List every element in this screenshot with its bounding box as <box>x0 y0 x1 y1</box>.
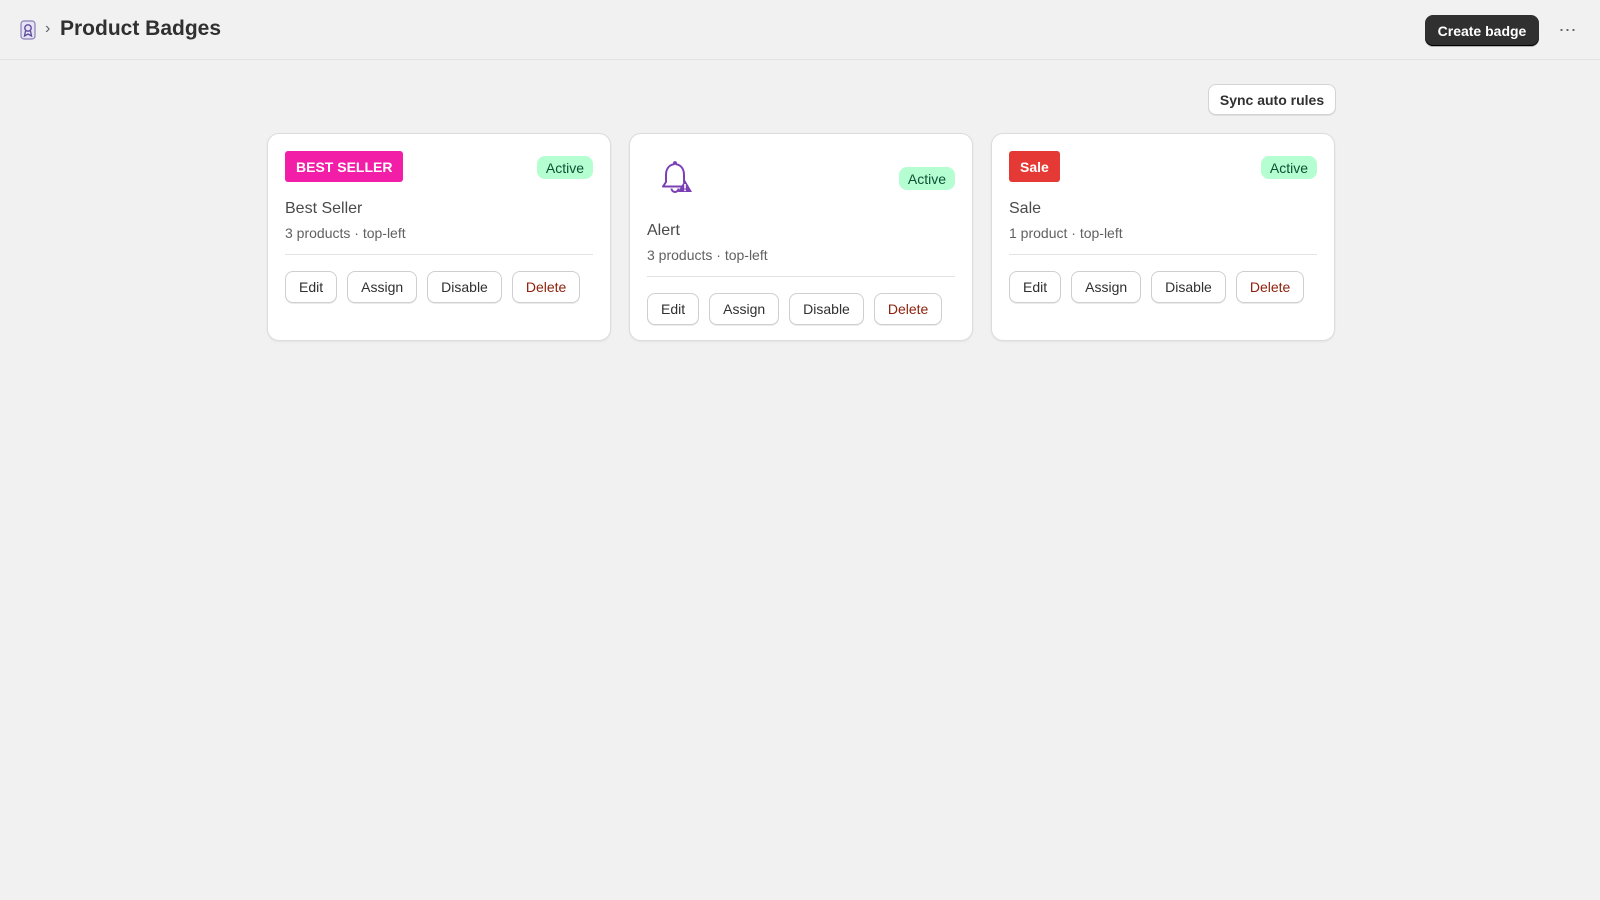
badge-card-sale: Sale Active Sale 1 product · top-left Ed… <box>991 133 1335 341</box>
badge-preview: Sale <box>1009 151 1060 182</box>
edit-button[interactable]: Edit <box>285 271 338 303</box>
badge-meta: 3 products · top-left <box>647 247 768 263</box>
status-badge: Active <box>1260 156 1317 179</box>
badge-meta: 3 products · top-left <box>285 225 406 241</box>
delete-button[interactable]: Delete <box>511 271 581 303</box>
assign-button[interactable]: Assign <box>1071 271 1142 303</box>
badge-name: Alert <box>647 222 680 239</box>
card-divider <box>647 276 955 277</box>
badge-app-icon[interactable] <box>18 19 38 41</box>
card-divider <box>285 254 593 255</box>
create-badge-button[interactable]: Create badge <box>1425 15 1539 46</box>
more-actions-icon[interactable]: ⋯ <box>1554 18 1582 42</box>
bell-alert-icon <box>656 158 694 196</box>
card-divider <box>1009 254 1317 255</box>
disable-button[interactable]: Disable <box>789 293 864 325</box>
assign-button[interactable]: Assign <box>347 271 418 303</box>
delete-button[interactable]: Delete <box>873 293 943 325</box>
card-actions: Edit Assign Disable Delete <box>647 293 943 325</box>
card-actions: Edit Assign Disable Delete <box>1009 271 1305 303</box>
badge-name: Best Seller <box>285 200 363 217</box>
card-actions: Edit Assign Disable Delete <box>285 271 581 303</box>
disable-button[interactable]: Disable <box>1151 271 1226 303</box>
top-bar: › Product Badges Create badge ⋯ <box>0 0 1600 60</box>
badge-name: Sale <box>1009 200 1042 217</box>
page-title: Product Badges <box>60 17 222 40</box>
badge-card-alert: Active Alert 3 products · top-left Edit … <box>629 133 973 341</box>
assign-button[interactable]: Assign <box>709 293 780 325</box>
badge-card-best-seller: BEST SELLER Active Best Seller 3 product… <box>267 133 611 341</box>
delete-button[interactable]: Delete <box>1235 271 1305 303</box>
disable-button[interactable]: Disable <box>427 271 502 303</box>
status-badge: Active <box>536 156 593 179</box>
badge-meta: 1 product · top-left <box>1009 225 1123 241</box>
edit-button[interactable]: Edit <box>647 293 700 325</box>
status-badge: Active <box>898 167 955 190</box>
badge-preview: BEST SELLER <box>285 151 404 182</box>
sync-auto-rules-button[interactable]: Sync auto rules <box>1208 84 1336 115</box>
breadcrumb-chevron-icon: › <box>45 20 51 37</box>
edit-button[interactable]: Edit <box>1009 271 1062 303</box>
